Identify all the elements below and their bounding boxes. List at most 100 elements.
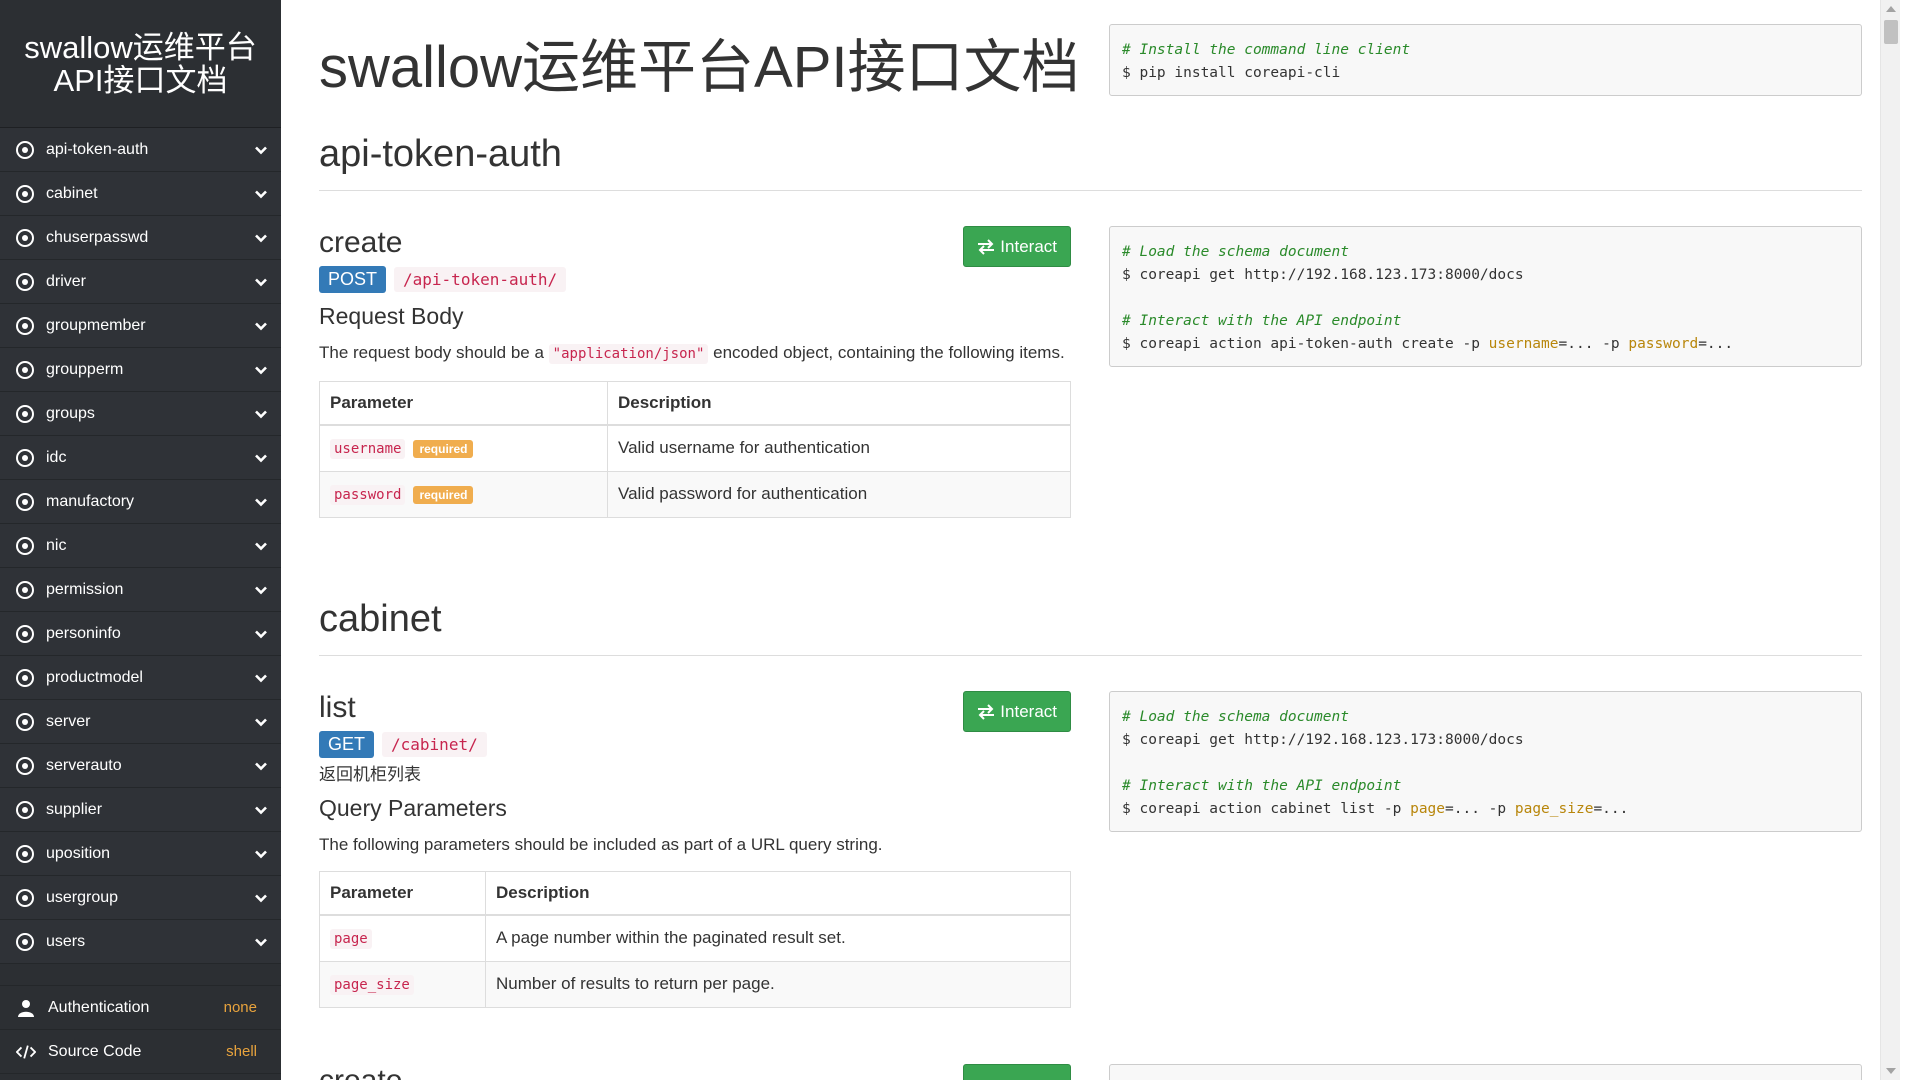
target-icon [16, 712, 34, 731]
sidebar-item-manufactory[interactable]: manufactory [0, 480, 281, 524]
table-cell: A page number within the paginated resul… [485, 914, 1071, 962]
table-cell: Number of results to return per page. [485, 960, 1071, 1008]
code-fragment: =... -p [1558, 336, 1629, 352]
target-icon [16, 140, 34, 159]
sidebar-item-personinfo[interactable]: personinfo [0, 612, 281, 656]
cabinet-code-block: # Load the schema document $ coreapi get… [1109, 691, 1862, 832]
code-param: page [1410, 801, 1446, 817]
inline-code: "application/json" [548, 344, 709, 364]
endpoint-cabinet-create: create [319, 1064, 1071, 1080]
vertical-scrollbar[interactable] [1880, 0, 1900, 1080]
param-name: page_size [330, 975, 414, 995]
sidebar-item-users[interactable]: users [0, 920, 281, 964]
table-header: Description [485, 871, 1071, 916]
sidebar-item-label: groupperm [46, 360, 124, 378]
sidebar-item-chuserpasswd[interactable]: chuserpasswd [0, 216, 281, 260]
endpoint-name: create [319, 1064, 1071, 1080]
sidebar-item-label: supplier [46, 800, 103, 818]
request-body-heading: Request Body [319, 303, 464, 329]
sidebar-item-supplier[interactable]: supplier [0, 788, 281, 832]
sidebar-item-label: server [46, 712, 91, 730]
text-fragment: The request body should be a [319, 343, 549, 362]
code-comment: # Load the schema document [1122, 709, 1349, 725]
sidebar-item-label: api-token-auth [46, 140, 149, 158]
sidebar-item-driver[interactable]: driver [0, 260, 281, 304]
code-icon [16, 1044, 36, 1060]
chevron-down-icon [255, 718, 267, 726]
chevron-down-icon [255, 366, 267, 374]
method-badge: POST [319, 266, 387, 293]
interact-button[interactable]: Interact [963, 226, 1071, 267]
sidebar-divider [0, 964, 281, 986]
target-icon [16, 668, 34, 687]
target-icon [16, 844, 34, 863]
authentication-menu[interactable]: Authentication none [0, 986, 281, 1030]
chevron-down-icon [255, 850, 267, 858]
source-code-value: shell [226, 1043, 257, 1060]
sidebar-item-label: productmodel [46, 668, 143, 686]
table-row: password required Valid password for auth… [319, 470, 1071, 518]
sidebar-item-api-token-auth[interactable]: api-token-auth [0, 128, 281, 172]
authentication-label: Authentication [48, 998, 150, 1016]
chevron-down-icon [255, 806, 267, 814]
source-code-label: Source Code [48, 1042, 142, 1060]
chevron-down-icon [255, 630, 267, 638]
target-icon [16, 316, 34, 335]
sidebar-item-nic[interactable]: nic [0, 524, 281, 568]
chevron-down-icon [255, 410, 267, 418]
sidebar-item-serverauto[interactable]: serverauto [0, 744, 281, 788]
sidebar-item-usergroup[interactable]: usergroup [0, 876, 281, 920]
sidebar-item-groups[interactable]: groups [0, 392, 281, 436]
table-header: Parameter [319, 871, 486, 916]
code-line: $ coreapi get http://192.168.123.173:800… [1122, 732, 1524, 748]
code-fragment: =... -p [1445, 801, 1515, 817]
section-title-cabinet: cabinet [319, 598, 1862, 656]
sidebar: swallow运维平台API接口文档 api-token-auth cabine… [0, 0, 281, 1080]
sidebar-item-label: driver [46, 272, 87, 290]
table-cell: page [319, 914, 486, 962]
chevron-down-icon [255, 454, 267, 462]
code-comment: # Install the command line client [1122, 42, 1411, 58]
sidebar-item-label: permission [46, 580, 124, 598]
sidebar-item-label: cabinet [46, 184, 98, 202]
code-comment: # Load the schema document [1122, 244, 1349, 260]
param-name: page [330, 929, 372, 950]
endpoint-name: create [319, 226, 403, 259]
sidebar-item-permission[interactable]: permission [0, 568, 281, 612]
sidebar-item-productmodel[interactable]: productmodel [0, 656, 281, 700]
source-code-menu[interactable]: Source Code shell [0, 1030, 281, 1074]
endpoint-api-token-auth-create: create Interact POST /api-token-auth/ Re… [319, 226, 1071, 518]
code-fragment: =... [1698, 336, 1734, 352]
scroll-up-arrow-icon[interactable] [1886, 6, 1896, 12]
query-params-text: The following parameters should be inclu… [319, 835, 883, 854]
table-header-row: Parameter Description [319, 871, 1071, 916]
table-header: Parameter [319, 381, 608, 426]
param-name: password [330, 485, 406, 505]
table-cell: Valid username for authentication [607, 424, 1071, 472]
target-icon [16, 932, 34, 951]
sidebar-item-server[interactable]: server [0, 700, 281, 744]
target-icon [16, 756, 34, 775]
sidebar-item-groupperm[interactable]: groupperm [0, 348, 281, 392]
scroll-down-arrow-icon[interactable] [1886, 1068, 1896, 1074]
interact-button[interactable] [963, 1064, 1071, 1080]
sidebar-item-label: chuserpasswd [46, 228, 149, 246]
sidebar-item-label: idc [46, 448, 67, 466]
scrollbar-thumb[interactable] [1884, 20, 1898, 44]
target-icon [16, 888, 34, 907]
sidebar-brand[interactable]: swallow运维平台API接口文档 [0, 0, 281, 128]
method-row: POST /api-token-auth/ [319, 266, 1071, 293]
sidebar-item-cabinet[interactable]: cabinet [0, 172, 281, 216]
code-line: $ coreapi action api-token-auth create -… [1122, 336, 1489, 352]
sidebar-item-label: manufactory [46, 492, 135, 510]
sidebar-item-label: groups [46, 404, 95, 422]
chevron-down-icon [255, 586, 267, 594]
sidebar-item-groupmember[interactable]: groupmember [0, 304, 281, 348]
chevron-down-icon [255, 894, 267, 902]
required-badge: required [413, 486, 474, 504]
sidebar-item-uposition[interactable]: uposition [0, 832, 281, 876]
target-icon [16, 580, 34, 599]
code-fragment: =... [1593, 801, 1629, 817]
interact-button[interactable]: Interact [963, 691, 1071, 732]
sidebar-item-idc[interactable]: idc [0, 436, 281, 480]
